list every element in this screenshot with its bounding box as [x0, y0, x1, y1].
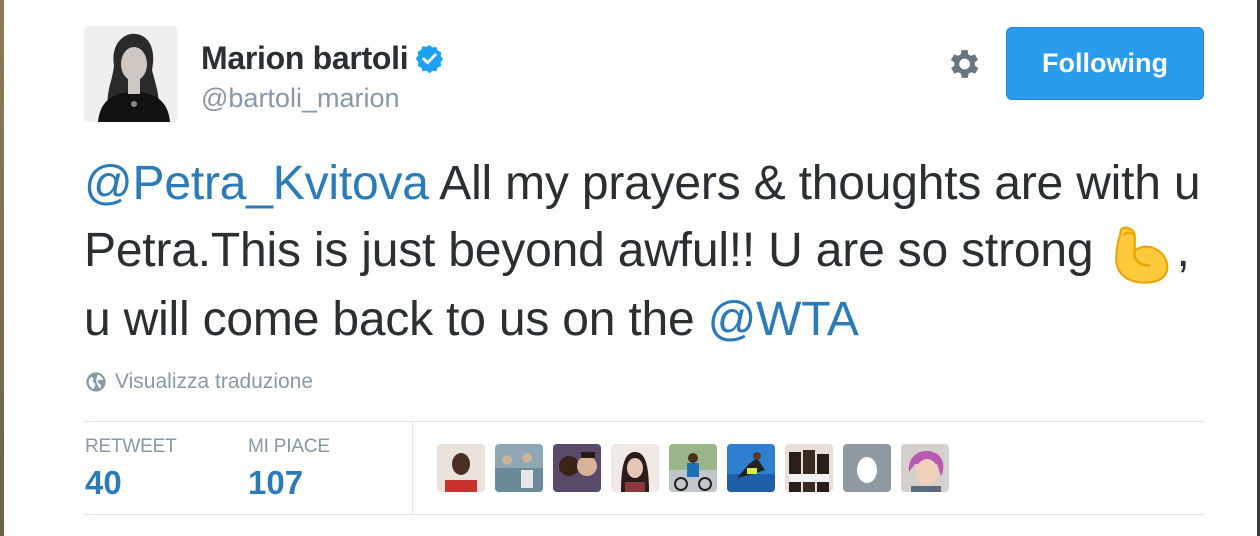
like-stat[interactable]: MI PIACE 107: [248, 436, 330, 502]
liker-avatar[interactable]: [669, 444, 717, 492]
window-edge-left: [0, 0, 4, 536]
profile-handle[interactable]: @bartoli_marion: [201, 83, 400, 114]
mention-link[interactable]: @Petra_Kvitova: [84, 157, 429, 210]
liker-avatar[interactable]: [553, 444, 601, 492]
stats-vertical-divider: [412, 421, 413, 514]
liker-avatar[interactable]: [495, 444, 543, 492]
profile-name-row: Marion bartoli: [201, 40, 445, 77]
profile-avatar[interactable]: [84, 26, 178, 122]
likers-avatar-list: [437, 444, 959, 492]
verified-badge-icon: [414, 43, 445, 74]
translate-label[interactable]: Visualizza traduzione: [115, 370, 313, 394]
liker-avatar[interactable]: [611, 444, 659, 492]
liker-avatar[interactable]: [901, 444, 949, 492]
like-label: MI PIACE: [248, 436, 330, 457]
liker-avatar[interactable]: [727, 444, 775, 492]
retweet-stat[interactable]: RETWEET 40: [85, 436, 177, 502]
default-egg-avatar[interactable]: [843, 444, 891, 492]
globe-icon: [86, 372, 106, 392]
stats-top-divider: [84, 421, 1204, 422]
flexed-biceps-icon: [1108, 220, 1174, 286]
tweet-text: @Petra_Kvitova All my prayers & thoughts…: [84, 150, 1214, 353]
translate-link[interactable]: Visualizza traduzione: [85, 370, 313, 394]
liker-avatar[interactable]: [785, 444, 833, 492]
retweet-count[interactable]: 40: [85, 464, 177, 502]
liker-avatar[interactable]: [437, 444, 485, 492]
stats-bottom-divider: [84, 514, 1204, 515]
following-button[interactable]: Following: [1006, 27, 1204, 100]
profile-name[interactable]: Marion bartoli: [201, 40, 409, 77]
gear-icon[interactable]: [944, 45, 982, 83]
like-count[interactable]: 107: [248, 464, 330, 502]
mention-link[interactable]: @WTA: [708, 293, 859, 346]
retweet-label: RETWEET: [85, 436, 177, 457]
